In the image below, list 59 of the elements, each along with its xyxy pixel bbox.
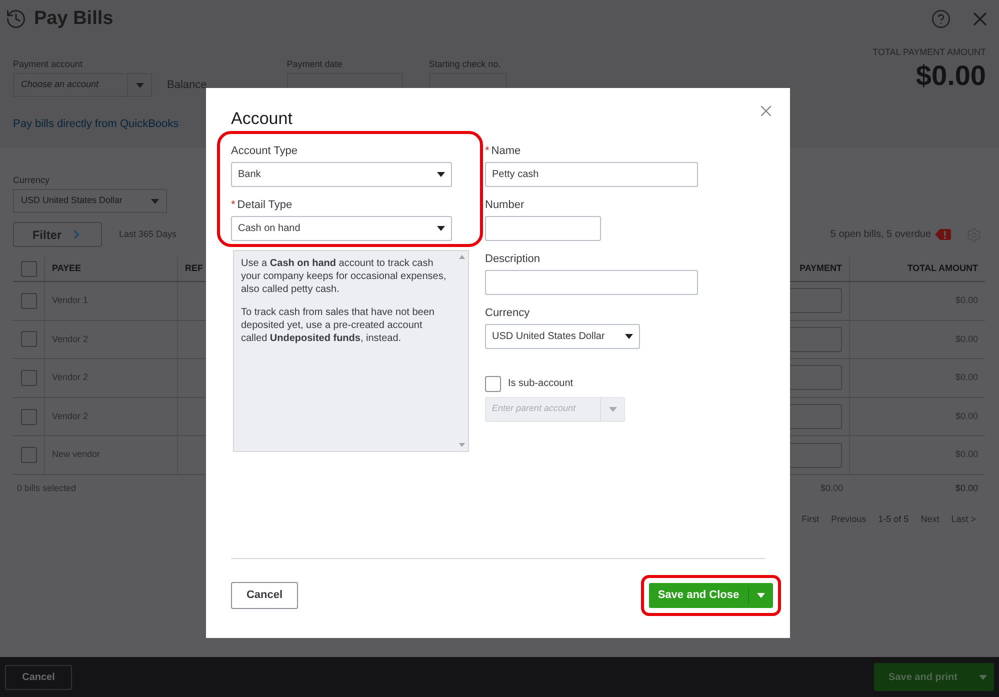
help-text: Use a Cash on hand account to track cash your company keeps for occasional expenses, also called petty cash. [241, 256, 448, 296]
checkbox[interactable] [20, 331, 36, 348]
field-label: Payment account [13, 58, 84, 70]
description-field[interactable] [485, 270, 698, 294]
page-range: 1-5 of 5 [878, 512, 909, 526]
save-and-print-button[interactable]: Save and print [874, 663, 994, 691]
field-label: Account Type [231, 144, 298, 160]
scroll-up-icon[interactable] [459, 254, 465, 258]
checkbox[interactable] [20, 292, 36, 309]
field-label: Payment date [286, 58, 344, 70]
page-title: Pay Bills [34, 6, 114, 31]
column-header: PAYEE [52, 262, 82, 276]
field-label: Number [485, 198, 524, 214]
currency-select[interactable]: USD United States Dollar [13, 189, 167, 213]
alert-icon [934, 228, 952, 241]
caret-down-icon [608, 406, 616, 412]
caret-down-icon [437, 226, 445, 230]
field-label: Detail Type [237, 198, 292, 214]
account-select[interactable]: Choose an account [13, 73, 152, 97]
cancel-button[interactable]: Cancel [231, 582, 298, 609]
field-label: Description [485, 252, 540, 268]
total-sum: $0.00 [954, 482, 979, 496]
select-field[interactable]: Cash on hand [231, 216, 452, 240]
select-field[interactable]: Bank [231, 162, 452, 186]
help-text: To track cash from sales that have not been deposited yet, use a pre-created account called Undeposited funds, instead. [241, 306, 436, 344]
checkbox[interactable] [20, 408, 36, 425]
quickbooks-link[interactable]: Pay bills directly from QuickBooks [13, 118, 179, 130]
required-mark: * [485, 144, 490, 160]
column-header: PAYMENT [799, 262, 842, 276]
caret-down-icon [625, 334, 633, 338]
help-icon[interactable] [931, 9, 951, 29]
cancel-button[interactable]: Cancel [5, 664, 72, 690]
column-header: TOTAL AMOUNT [907, 262, 978, 276]
field-label: Currency [485, 306, 530, 322]
required-mark: * [231, 198, 236, 214]
caret-down-icon [437, 172, 445, 176]
checkbox[interactable] [20, 261, 36, 277]
caret-down-icon [979, 674, 987, 680]
number-field[interactable] [485, 216, 601, 240]
save-and-close-button[interactable]: Save and Close [649, 583, 773, 608]
balance-label: Balance [167, 78, 207, 93]
filter-button[interactable]: Filter [13, 222, 102, 247]
checkbox[interactable] [485, 376, 501, 392]
dialog-title: Account [231, 108, 292, 130]
column-header: REF [185, 262, 203, 276]
caret-down-icon [757, 593, 765, 598]
currency-select[interactable]: USD United States Dollar [485, 324, 640, 348]
total-amount: $0.00 [916, 60, 986, 92]
field-label: Starting check no. [428, 58, 502, 70]
checkbox-label: Is sub-account [508, 377, 574, 391]
history-icon [5, 8, 27, 30]
checkbox[interactable] [20, 370, 36, 386]
scroll-down-icon[interactable] [459, 442, 465, 446]
caret-down-icon [136, 82, 144, 88]
name-field[interactable]: Petty cash [485, 162, 698, 186]
field-label: Currency [13, 174, 50, 186]
checkbox[interactable] [20, 447, 36, 464]
field-label: Name [491, 144, 521, 160]
caret-down-icon [151, 198, 159, 204]
